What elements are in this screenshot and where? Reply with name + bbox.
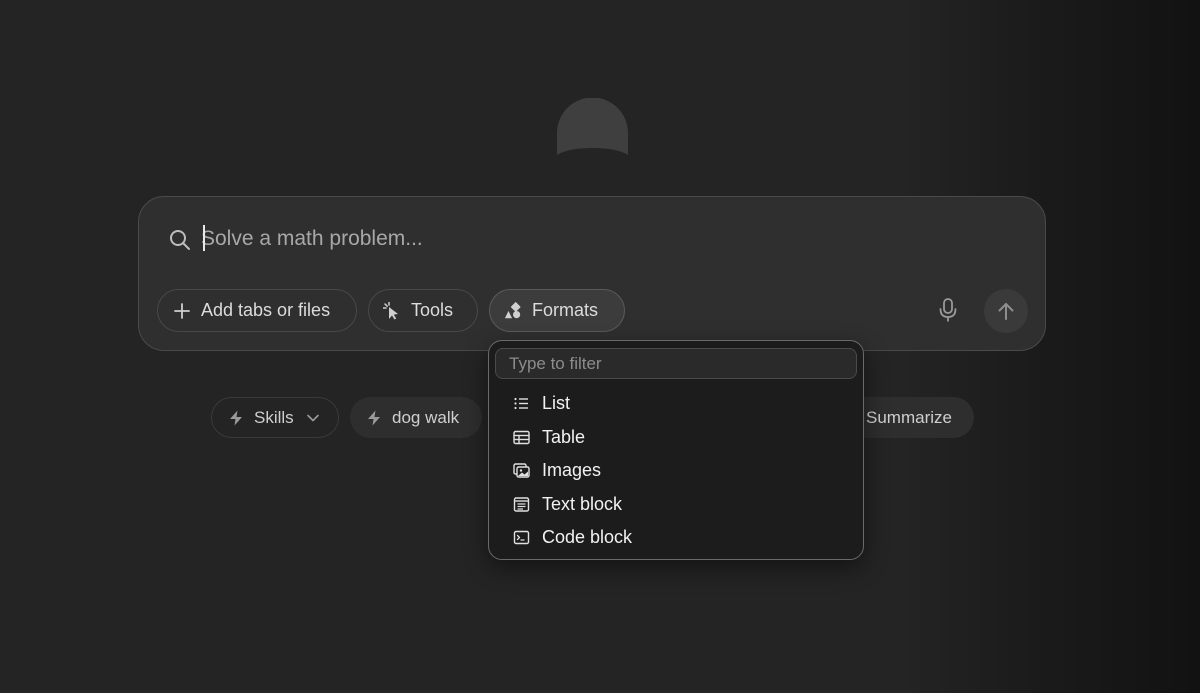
filter-input[interactable] [495, 348, 857, 379]
search-icon [170, 230, 190, 250]
menu-item-text-block[interactable]: Text block [497, 488, 855, 520]
images-icon [513, 462, 530, 478]
summarize-suggestion[interactable]: Summarize [846, 397, 974, 438]
lightning-icon [230, 410, 242, 425]
send-button[interactable] [984, 289, 1028, 333]
skills-dropdown[interactable]: Skills [211, 397, 339, 438]
code-block-icon [513, 530, 530, 544]
composer: Add tabs or files Tools Formats [138, 196, 1046, 351]
list-icon [514, 397, 528, 409]
text-caret [203, 225, 205, 251]
add-tabs-or-files-button[interactable]: Add tabs or files [157, 289, 357, 332]
menu-item-list[interactable]: List [497, 387, 855, 419]
menu-item-images[interactable]: Images [497, 454, 855, 486]
add-tabs-or-files-label: Add tabs or files [201, 300, 331, 320]
menu-item-label: List [542, 392, 571, 413]
formats-button[interactable]: Formats [489, 289, 625, 332]
tools-label: Tools [411, 300, 454, 320]
plus-icon [174, 302, 190, 319]
menu-item-label: Text block [542, 493, 623, 514]
text-block-icon [513, 496, 530, 512]
formats-label: Formats [532, 300, 599, 320]
dog-walk-suggestion[interactable]: dog walk [350, 397, 482, 438]
menu-item-label: Images [542, 459, 602, 480]
formats-dropdown: List Table Images Text block [488, 340, 864, 560]
chevron-down-icon [306, 414, 319, 421]
tools-button[interactable]: Tools [368, 289, 478, 332]
menu-item-table[interactable]: Table [497, 421, 855, 453]
arrow-up-icon [998, 303, 1014, 320]
menu-item-label: Code block [542, 526, 633, 547]
cursor-click-icon [383, 301, 398, 319]
prompt-input[interactable] [201, 223, 961, 255]
dog-walk-label: dog walk [392, 407, 460, 427]
shapes-icon [504, 301, 521, 318]
microphone-icon[interactable] [937, 297, 959, 323]
table-icon [513, 430, 530, 444]
menu-item-label: Table [542, 426, 586, 447]
app-logo [557, 98, 628, 155]
menu-item-code-block[interactable]: Code block [497, 521, 855, 553]
skills-label: Skills [254, 407, 294, 427]
summarize-label: Summarize [866, 407, 952, 427]
lightning-icon [368, 410, 380, 425]
